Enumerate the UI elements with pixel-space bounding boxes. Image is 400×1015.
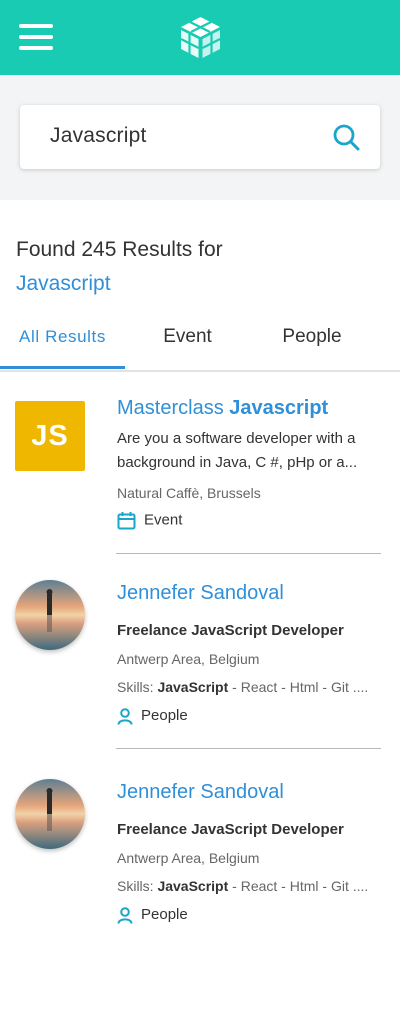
top-app-bar xyxy=(0,0,400,75)
result-skills: Skills: JavaScript - React - Html - Git … xyxy=(117,679,368,695)
role-suffix: Developer xyxy=(267,821,344,838)
skills-label: Skills: xyxy=(117,878,158,894)
results-query: Javascript xyxy=(16,272,111,295)
result-type: People xyxy=(117,906,188,924)
result-location: Antwerp Area, Belgium xyxy=(117,651,260,667)
avatar xyxy=(15,779,85,849)
result-role: Freelance JavaScript Developer xyxy=(117,622,344,639)
avatar xyxy=(15,580,85,650)
result-type-label: Event xyxy=(144,511,183,529)
search-icon[interactable] xyxy=(332,123,360,151)
result-title[interactable]: Masterclass Javascript xyxy=(117,397,328,420)
results-count-text: Found 245 Results for xyxy=(16,238,223,261)
result-name[interactable]: Jennefer Sandoval xyxy=(117,582,284,605)
result-item-person[interactable]: Jennefer Sandoval Freelance JavaScript D… xyxy=(0,777,400,947)
tab-people[interactable]: People xyxy=(252,316,372,368)
result-skills: Skills: JavaScript - React - Html - Git … xyxy=(117,878,368,894)
javascript-thumbnail: JS xyxy=(15,401,85,471)
search-input-value[interactable]: Javascript xyxy=(50,124,147,148)
role-suffix: Developer xyxy=(267,622,344,639)
result-type-label: People xyxy=(141,906,188,923)
search-input[interactable]: Javascript xyxy=(20,105,380,169)
result-role: Freelance JavaScript Developer xyxy=(117,821,344,838)
role-highlight: JavaScript xyxy=(191,821,268,838)
skills-label: Skills: xyxy=(117,679,158,695)
skills-highlight: JavaScript xyxy=(157,878,229,894)
results-summary: Found 245 Results for Javascript xyxy=(16,233,223,301)
divider xyxy=(116,553,381,554)
role-prefix: Freelance xyxy=(117,622,192,639)
divider xyxy=(116,748,381,749)
person-icon xyxy=(117,707,133,725)
tab-event[interactable]: Event xyxy=(130,316,245,368)
calendar-icon xyxy=(117,512,136,530)
result-name[interactable]: Jennefer Sandoval xyxy=(117,781,284,804)
result-description: Are you a software developer with a back… xyxy=(117,430,358,471)
results-tabs: All Results Event People xyxy=(0,316,400,372)
result-type: People xyxy=(117,707,188,725)
person-icon xyxy=(117,906,133,924)
result-type: Event xyxy=(117,511,182,530)
skills-rest: - React - Html - Git .... xyxy=(228,878,369,894)
hamburger-icon[interactable] xyxy=(19,24,53,50)
cube-logo-icon[interactable] xyxy=(178,15,223,60)
result-item-person[interactable]: Jennefer Sandoval Freelance JavaScript D… xyxy=(0,578,400,748)
result-location: Natural Caffè, Brussels xyxy=(117,485,261,501)
result-item-event[interactable]: JS Masterclass Javascript Are you a soft… xyxy=(0,395,400,555)
tab-all-results[interactable]: All Results xyxy=(0,316,125,369)
result-type-label: People xyxy=(141,707,188,724)
result-location: Antwerp Area, Belgium xyxy=(117,850,260,866)
result-title-highlight: Javascript xyxy=(229,397,329,419)
role-highlight: JavaScript xyxy=(191,622,268,639)
skills-highlight: JavaScript xyxy=(157,679,229,695)
skills-rest: - React - Html - Git .... xyxy=(228,679,369,695)
result-title-text: Masterclass xyxy=(117,397,230,419)
search-section: Javascript xyxy=(0,75,400,200)
role-prefix: Freelance xyxy=(117,821,192,838)
